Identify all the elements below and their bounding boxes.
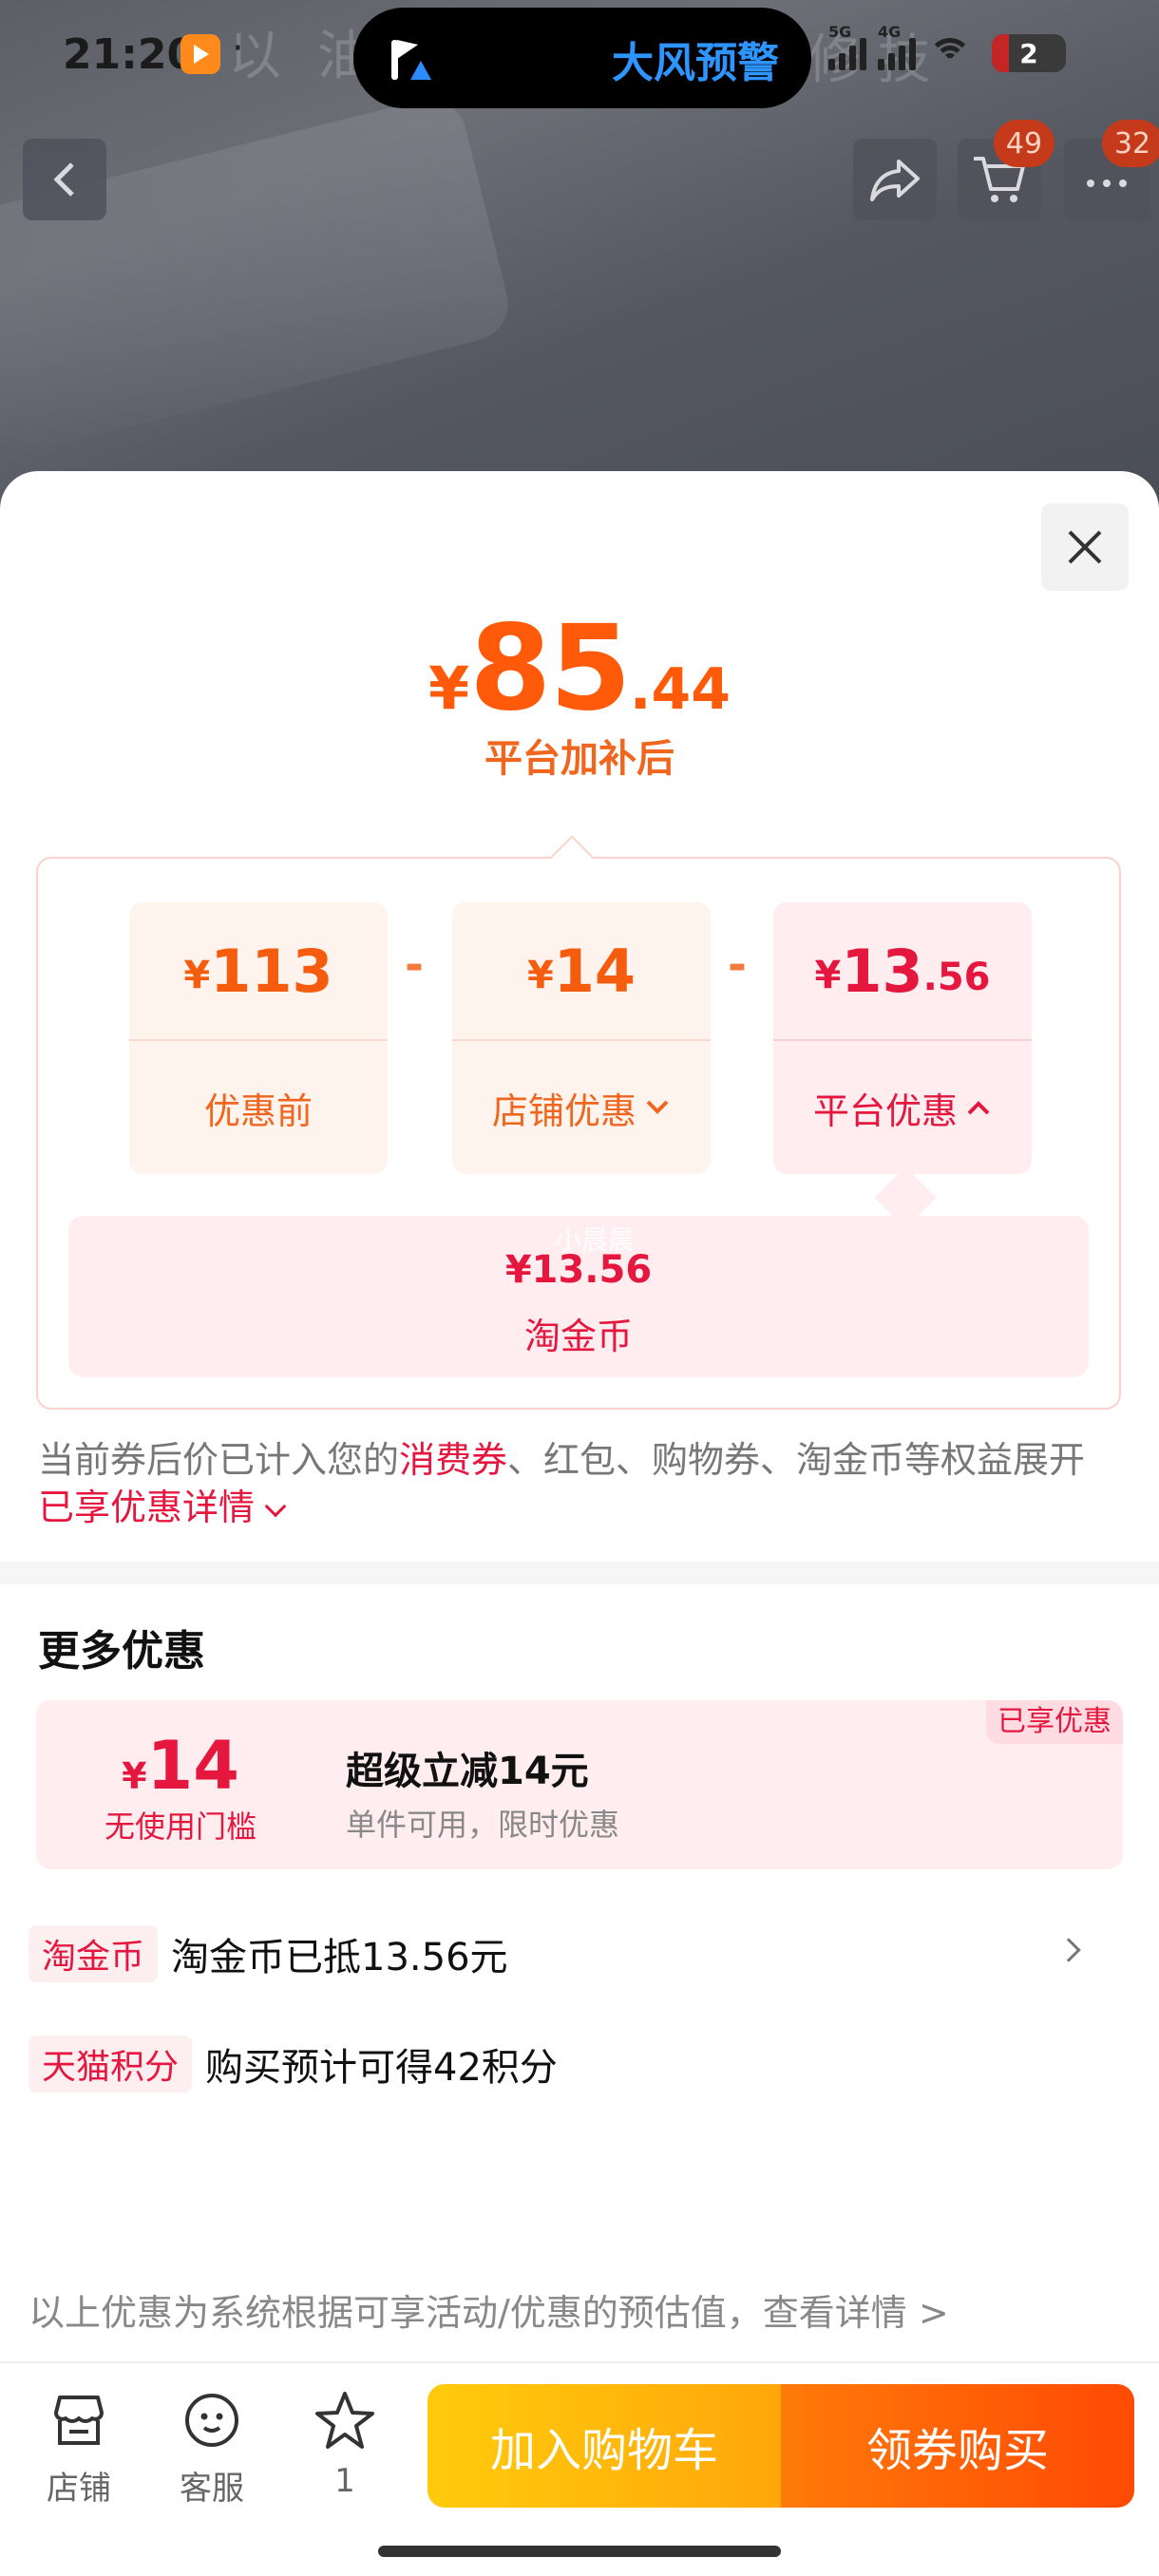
note-text-2: 、红包、购物券、淘金币等权益展开: [507, 1439, 1086, 1481]
taojinbi-chip: 淘金币: [28, 1925, 159, 1982]
weather-alert-text: 大风预警: [612, 39, 779, 87]
coupon-status-tag: 已享优惠: [986, 1700, 1123, 1744]
tmall-points-row: 天猫积分 购买预计可得42积分: [28, 2031, 1130, 2097]
taojinbi-row-text: 淘金币已抵13.56元: [171, 1936, 508, 1979]
bottom-bar-divider: [0, 2361, 1159, 2363]
close-icon: [1068, 530, 1102, 564]
home-indicator[interactable]: [378, 2546, 781, 2557]
signal-5g-icon: 5G: [828, 23, 866, 70]
super-discount-coupon[interactable]: 已享优惠 ¥14 无使用门槛 超级立减14元 单件可用，限时优惠: [36, 1700, 1123, 1869]
final-price-subtitle: 平台加补后: [484, 737, 674, 781]
minus-sign: -: [728, 938, 747, 992]
video-app-icon: [180, 34, 220, 74]
chevron-down-icon: [646, 1100, 669, 1114]
platform-currency: ¥: [814, 954, 842, 997]
platform-discount-card[interactable]: ¥13.56 平台优惠: [773, 902, 1032, 1174]
cart-button[interactable]: 49: [958, 120, 1054, 220]
cart-count-badge: 49: [994, 120, 1054, 167]
shop-discount-card[interactable]: ¥14 店铺优惠: [452, 902, 711, 1174]
wifi-icon: [927, 36, 973, 70]
taojinbi-amount: ¥13.56: [504, 1248, 653, 1292]
back-button[interactable]: [23, 139, 106, 220]
platform-label: 平台优惠: [812, 1089, 958, 1132]
store-icon: [54, 2396, 104, 2445]
platform-amount-integer: 13: [841, 936, 923, 1006]
favorite-count: 1: [334, 2462, 355, 2500]
coupon-title: 超级立减14元: [346, 1750, 589, 1793]
dynamic-island-alert[interactable]: 大风预警: [353, 8, 811, 108]
chevron-down-icon[interactable]: [264, 1495, 287, 1518]
tab-customer-service-label: 客服: [180, 2470, 244, 2508]
minus-sign: -: [405, 938, 424, 992]
battery-icon: 2: [992, 34, 1066, 72]
shop-amount: 14: [553, 936, 636, 1006]
weather-warning-flag-icon: [388, 36, 431, 82]
customer-service-icon: [185, 2394, 238, 2447]
shop-currency: ¥: [526, 954, 554, 997]
price-before-card: ¥113 优惠前: [129, 902, 388, 1174]
note-text-1: 当前券后价已计入您的: [38, 1439, 400, 1481]
claim-coupon-buy-button[interactable]: 领券购买: [781, 2384, 1134, 2508]
tab-store[interactable]: 店铺: [27, 2386, 131, 2509]
coupon-currency: ¥: [122, 1755, 147, 1797]
chevron-left-icon: [53, 162, 74, 197]
tmall-points-text: 购买预计可得42积分: [205, 2046, 558, 2090]
discount-note: 当前券后价已计入您的消费券、红包、购物券、淘金币等权益展开已享优惠详情: [38, 1436, 1121, 1531]
star-icon: [315, 2392, 374, 2449]
final-price-integer: 85: [469, 600, 632, 737]
enjoyed-discount-details-link[interactable]: 已享优惠详情: [38, 1487, 255, 1528]
shop-label: 店铺优惠: [491, 1089, 636, 1132]
coupon-amount: 14: [146, 1727, 239, 1805]
final-price-currency: ¥: [428, 653, 470, 723]
status-time: 21:20: [63, 30, 197, 79]
share-button[interactable]: [853, 139, 937, 220]
estimate-disclaimer-link[interactable]: 以上优惠为系统根据可享活动/优惠的预估值，查看详情 >: [28, 2283, 949, 2336]
before-amount: 113: [210, 936, 333, 1006]
before-currency: ¥: [183, 954, 211, 997]
tab-favorite[interactable]: 1: [293, 2386, 397, 2500]
consumer-voucher-link[interactable]: 消费券: [399, 1439, 507, 1481]
close-button[interactable]: [1041, 503, 1129, 591]
chevron-up-icon: [967, 1101, 990, 1115]
status-dots: ·: [232, 27, 244, 70]
share-icon: [870, 160, 920, 201]
tab-customer-service[interactable]: 客服: [160, 2386, 264, 2509]
section-divider: [0, 1562, 1159, 1584]
more-dots-icon: [1087, 180, 1127, 187]
final-price: ¥85.44: [0, 600, 1159, 737]
message-count-badge: 32: [1102, 120, 1159, 167]
chevron-right-icon[interactable]: [1056, 1938, 1081, 1962]
tmall-points-chip: 天猫积分: [28, 2036, 193, 2093]
more-offers-title: 更多优惠: [38, 1627, 205, 1676]
taojinbi-row[interactable]: 淘金币 淘金币已抵13.56元: [28, 1921, 1130, 1987]
taojinbi-sub-card: 小晨晨 ¥13.56 淘金币: [68, 1216, 1089, 1377]
tab-store-label: 店铺: [47, 2470, 111, 2508]
coupon-description: 单件可用，限时优惠: [346, 1807, 620, 1843]
battery-level: 2: [1019, 37, 1038, 69]
add-to-cart-button[interactable]: 加入购物车: [428, 2384, 781, 2508]
taojinbi-label: 淘金币: [523, 1316, 633, 1357]
more-button[interactable]: 32: [1064, 120, 1159, 220]
final-price-decimal: .44: [629, 656, 731, 723]
before-label: 优惠前: [203, 1089, 313, 1132]
coupon-condition: 无使用门槛: [104, 1809, 256, 1845]
signal-4g-icon: 4G: [878, 23, 916, 70]
status-indicators: 5G 4G 2: [828, 23, 1066, 82]
platform-amount-decimal: .56: [922, 956, 991, 999]
